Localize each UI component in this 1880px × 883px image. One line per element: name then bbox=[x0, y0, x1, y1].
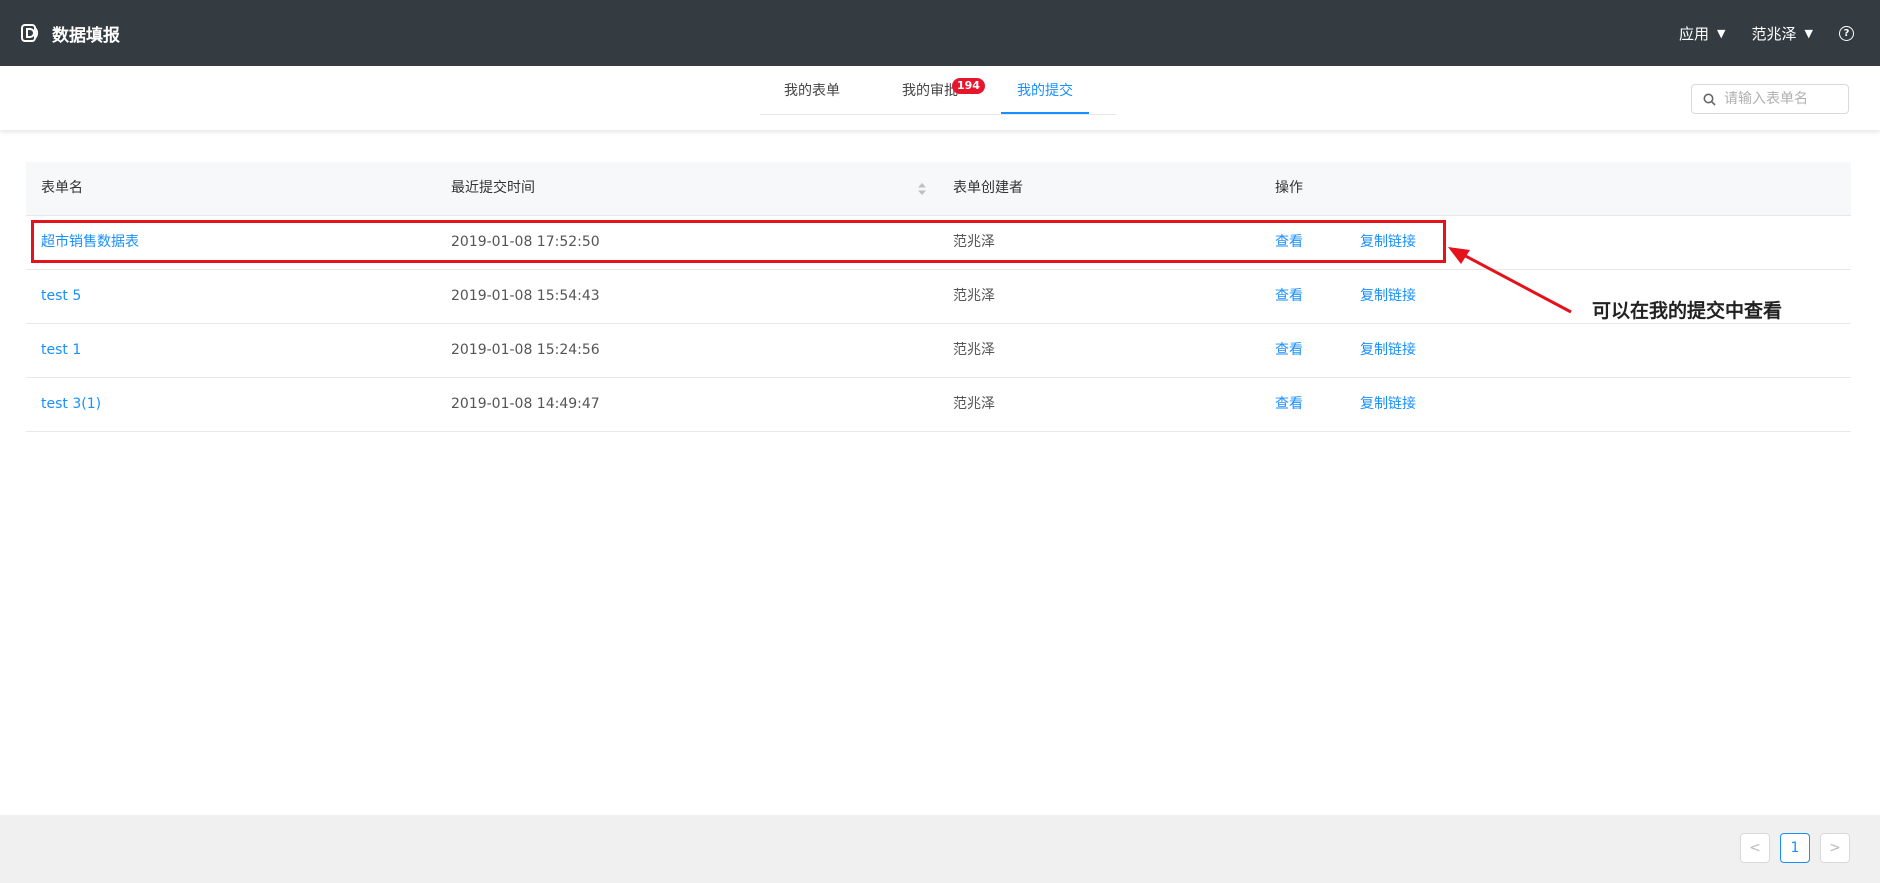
top-header: 数据填报 应用 ▼ 范兆泽 ▼ ? bbox=[0, 0, 1880, 66]
submit-time: 2019-01-08 15:54:43 bbox=[451, 288, 600, 304]
approval-count-badge: 194 bbox=[952, 78, 985, 94]
submit-time: 2019-01-08 15:24:56 bbox=[451, 342, 600, 358]
footer: < 1 > bbox=[0, 815, 1880, 883]
creator-name: 范兆泽 bbox=[953, 234, 995, 250]
tab-my-submissions[interactable]: 我的提交 bbox=[1001, 66, 1089, 114]
view-link[interactable]: 查看 bbox=[1275, 270, 1303, 323]
copy-link-button[interactable]: 复制链接 bbox=[1360, 270, 1416, 323]
brand[interactable]: 数据填报 bbox=[20, 0, 120, 66]
user-name: 范兆泽 bbox=[1751, 24, 1797, 43]
prev-page-button[interactable]: < bbox=[1740, 833, 1770, 863]
header-actions: 应用 ▼ 范兆泽 ▼ ? bbox=[1679, 0, 1854, 66]
column-header-actions: 操作 bbox=[1275, 180, 1303, 196]
creator-name: 范兆泽 bbox=[953, 396, 995, 412]
table-row: 超市销售数据表 2019-01-08 17:52:50 范兆泽 查看 复制链接 bbox=[26, 216, 1851, 270]
table-row: test 5 2019-01-08 15:54:43 范兆泽 查看 复制链接 bbox=[26, 270, 1851, 324]
logo-icon bbox=[21, 24, 39, 42]
submissions-table: 表单名 最近提交时间 表单创建者 操作 超市销售数据表 2019-01-08 1… bbox=[26, 162, 1851, 432]
apps-menu-button[interactable]: 应用 ▼ bbox=[1679, 23, 1725, 44]
caret-down-icon: ▼ bbox=[1717, 26, 1726, 40]
view-link[interactable]: 查看 bbox=[1275, 378, 1303, 431]
tabs: 我的表单 我的审批 我的提交 bbox=[760, 66, 1116, 115]
form-name-link[interactable]: 超市销售数据表 bbox=[41, 216, 139, 269]
copy-link-button[interactable]: 复制链接 bbox=[1360, 378, 1416, 431]
tab-bar: 我的表单 我的审批 我的提交 194 bbox=[0, 66, 1880, 130]
annotation-text: 可以在我的提交中查看 bbox=[1592, 300, 1783, 322]
sort-icon[interactable] bbox=[917, 182, 927, 196]
column-header-creator: 表单创建者 bbox=[953, 180, 1023, 196]
search-icon bbox=[1703, 93, 1716, 106]
table-row: test 1 2019-01-08 15:24:56 范兆泽 查看 复制链接 bbox=[26, 324, 1851, 378]
help-icon[interactable]: ? bbox=[1839, 25, 1854, 41]
table-row: test 3(1) 2019-01-08 14:49:47 范兆泽 查看 复制链… bbox=[26, 378, 1851, 432]
copy-link-button[interactable]: 复制链接 bbox=[1360, 216, 1416, 269]
user-menu-button[interactable]: 范兆泽 ▼ bbox=[1752, 23, 1813, 44]
page-number-button[interactable]: 1 bbox=[1780, 833, 1810, 863]
submit-time: 2019-01-08 14:49:47 bbox=[451, 396, 600, 412]
view-link[interactable]: 查看 bbox=[1275, 324, 1303, 377]
caret-down-icon: ▼ bbox=[1804, 26, 1813, 40]
column-header-form-name: 表单名 bbox=[41, 180, 83, 196]
creator-name: 范兆泽 bbox=[953, 288, 995, 304]
apps-menu-label: 应用 bbox=[1679, 24, 1710, 43]
view-link[interactable]: 查看 bbox=[1275, 216, 1303, 269]
form-name-link[interactable]: test 3(1) bbox=[41, 378, 101, 431]
form-name-link[interactable]: test 5 bbox=[41, 270, 81, 323]
tab-my-forms[interactable]: 我的表单 bbox=[777, 66, 847, 114]
search-box[interactable] bbox=[1691, 84, 1849, 114]
search-input[interactable] bbox=[1722, 90, 1836, 108]
form-name-link[interactable]: test 1 bbox=[41, 324, 81, 377]
column-header-last-submit-time: 最近提交时间 bbox=[451, 180, 535, 196]
submit-time: 2019-01-08 17:52:50 bbox=[451, 234, 600, 250]
table-header: 表单名 最近提交时间 表单创建者 操作 bbox=[26, 162, 1851, 216]
pagination: < 1 > bbox=[1730, 833, 1850, 863]
annotation-arrow-icon bbox=[1448, 247, 1572, 314]
app-title: 数据填报 bbox=[52, 25, 120, 46]
creator-name: 范兆泽 bbox=[953, 342, 995, 358]
copy-link-button[interactable]: 复制链接 bbox=[1360, 324, 1416, 377]
next-page-button[interactable]: > bbox=[1820, 833, 1850, 863]
